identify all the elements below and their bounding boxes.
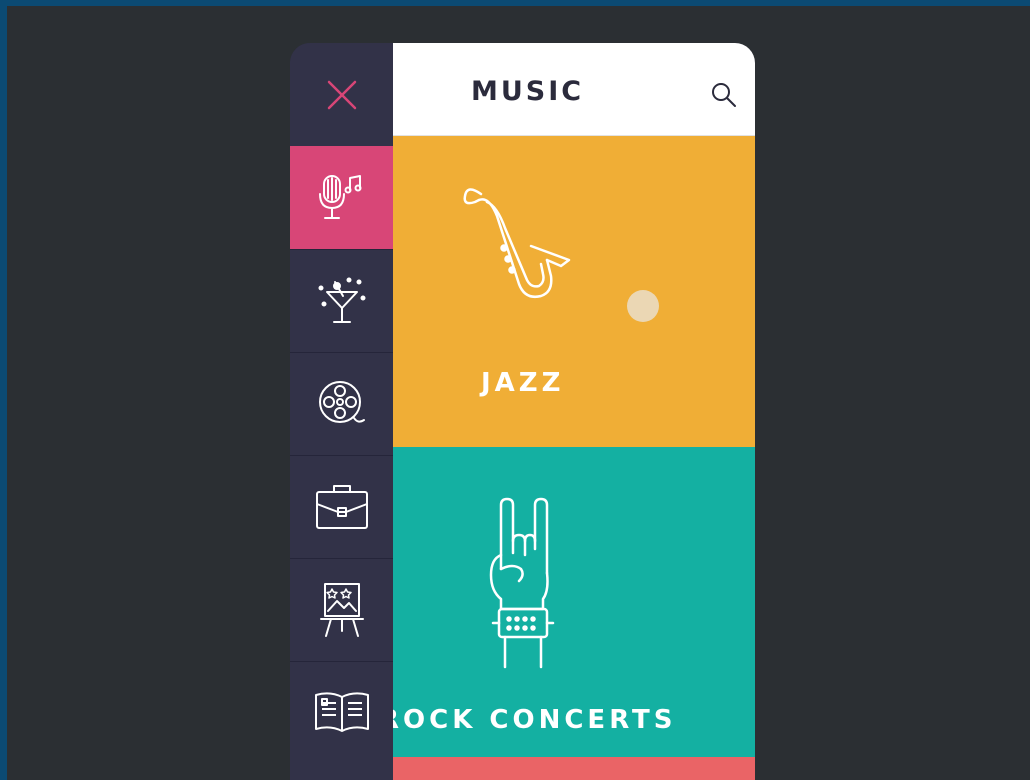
search-icon <box>712 83 736 107</box>
search-button[interactable] <box>709 80 739 110</box>
rock-hand-icon <box>489 497 555 669</box>
category-card-rock-concerts[interactable]: ROCK CONCERTS <box>393 447 755 757</box>
cocktail-icon <box>318 277 365 323</box>
sidebar-item-movies[interactable] <box>290 352 393 455</box>
close-icon <box>327 80 356 109</box>
header-bar: MUSIC <box>393 43 755 136</box>
card-label-rock-concerts: ROCK CONCERTS <box>393 705 677 735</box>
content-panel: MUSIC JAZZ ROCK CONCERTS <box>393 43 755 780</box>
saxophone-icon <box>463 188 571 298</box>
film-reel-icon <box>318 381 365 423</box>
sidebar-item-music[interactable] <box>290 146 393 249</box>
sidebar-item-nightlife[interactable] <box>290 249 393 352</box>
easel-icon <box>319 583 364 637</box>
microphone-icon <box>318 175 361 219</box>
page-title: MUSIC <box>471 76 585 107</box>
window-frame-top <box>0 0 1030 6</box>
sidebar-item-art[interactable] <box>290 558 393 661</box>
sidebar-item-books[interactable] <box>290 661 393 764</box>
side-navigation <box>290 43 393 780</box>
briefcase-icon <box>315 485 368 529</box>
close-menu-button[interactable] <box>290 43 393 146</box>
touch-indicator <box>627 290 659 322</box>
category-card-jazz[interactable]: JAZZ <box>393 136 755 447</box>
card-label-jazz: JAZZ <box>481 368 565 398</box>
phone-screen: MUSIC JAZZ ROCK CONCERTS <box>290 43 755 780</box>
sidebar-item-business[interactable] <box>290 455 393 558</box>
window-frame-left <box>0 0 7 780</box>
book-icon <box>314 692 369 732</box>
category-card-next[interactable] <box>393 757 755 780</box>
